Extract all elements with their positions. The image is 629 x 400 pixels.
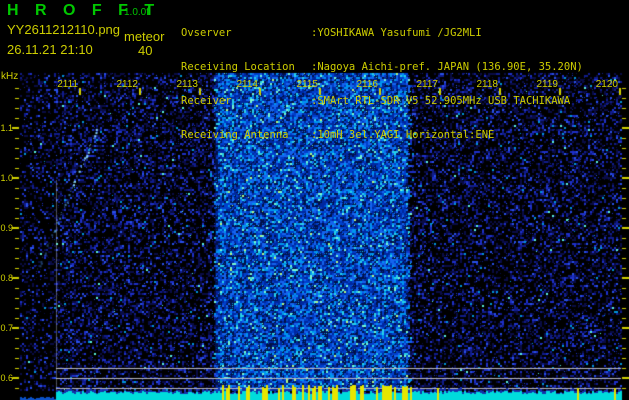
- time-tick-label: 2112: [116, 79, 138, 90]
- time-tick-label: 2120: [595, 79, 618, 90]
- app-version: 1.0.0f: [124, 7, 150, 18]
- info-label: Receiver: [181, 95, 232, 108]
- time-tick-label: 2116: [356, 79, 378, 90]
- freq-tick-label: 0.7: [0, 323, 13, 333]
- datetime-label: 26.11.21 21:10: [7, 42, 93, 57]
- freq-tick-label: 1.0: [0, 173, 13, 183]
- freq-axis-unit: kHz: [1, 71, 19, 82]
- hrofft-window: H R O F F T 1.0.0f YY2611212110.png mete…: [0, 0, 629, 400]
- time-tick-label: 2114: [236, 79, 258, 90]
- info-value: Nagoya Aichi-pref. JAPAN (136.90E, 35.20…: [317, 61, 583, 74]
- time-tick-label: 2119: [536, 79, 558, 90]
- info-row-location: Receiving Location:Nagoya Aichi-pref. JA…: [181, 61, 583, 74]
- info-value: YOSHIKAWA Yasufumi /JG2MLI: [317, 26, 482, 39]
- info-label: Receiving Location: [181, 61, 295, 74]
- mode-label: meteor: [124, 29, 165, 44]
- echo-count: 40: [138, 43, 153, 58]
- output-filename: YY2611212110.png: [7, 22, 121, 37]
- time-tick-label: 2111: [57, 79, 78, 90]
- freq-tick-label: 0.8: [0, 273, 13, 283]
- info-label: Ovserver: [181, 26, 232, 39]
- time-tick-label: 2118: [476, 79, 498, 90]
- time-tick-label: 2115: [296, 79, 318, 90]
- freq-tick-label: 1.1: [0, 123, 13, 133]
- time-tick-label: 2117: [416, 79, 438, 90]
- info-row-receiver: Receiver:SMArt RTL-SDR V5 52.905MHz USB …: [181, 95, 571, 108]
- freq-tick-label: 0.9: [0, 223, 13, 233]
- info-value: 10mH 3el.YAGI Horizontal:ENE: [317, 129, 495, 142]
- info-row-observer: Ovserver:YOSHIKAWA Yasufumi /JG2MLI: [181, 26, 482, 39]
- time-tick-label: 2113: [176, 79, 198, 90]
- info-value: SMArt RTL-SDR V5 52.905MHz USB TACHIKAWA: [317, 95, 571, 108]
- info-row-antenna: Receiving Antenna:10mH 3el.YAGI Horizont…: [181, 129, 495, 142]
- info-label: Receiving Antenna: [181, 129, 289, 142]
- freq-tick-label: 0.6: [0, 373, 13, 383]
